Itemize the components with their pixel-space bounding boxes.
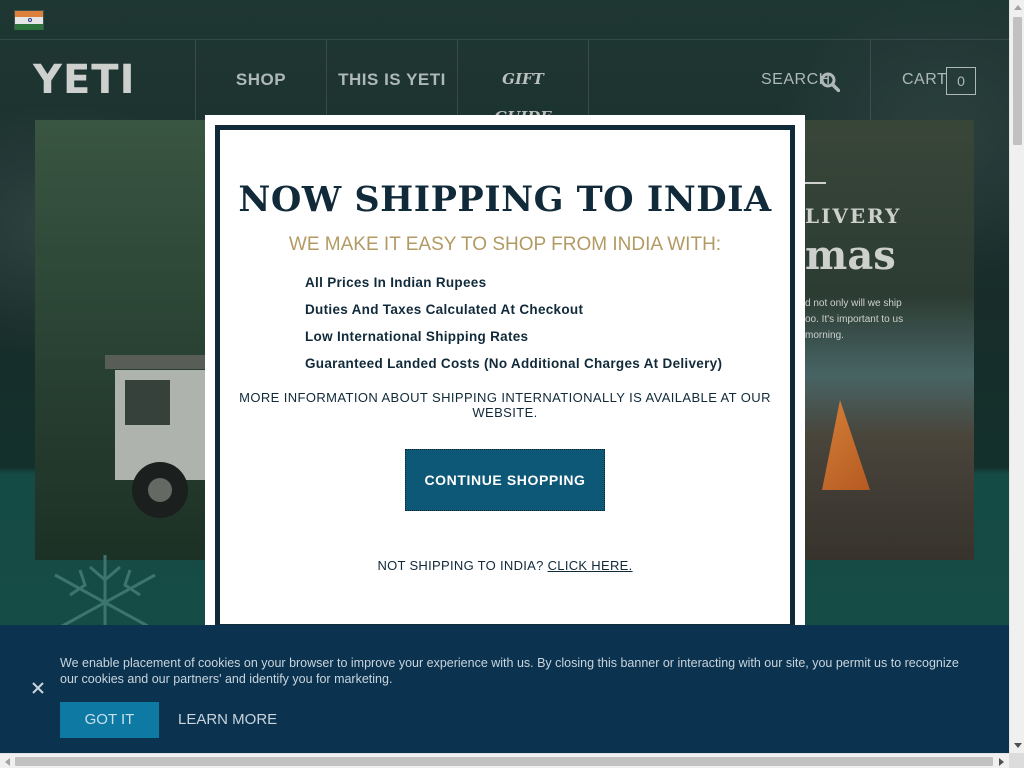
vertical-scrollbar[interactable] (1009, 0, 1024, 753)
got-it-button[interactable]: GOT IT (60, 702, 159, 738)
modal-subtitle: WE MAKE IT EASY TO SHOP FROM INDIA WITH: (288, 234, 722, 255)
shipping-modal-frame: NOW SHIPPING TO INDIA WE MAKE IT EASY TO… (215, 125, 795, 629)
learn-more-link[interactable]: LEARN MORE (178, 702, 277, 738)
horizontal-scrollbar-thumb[interactable] (15, 757, 993, 766)
not-shipping-prefix: NOT SHIPPING TO INDIA? (377, 558, 544, 573)
close-icon[interactable] (31, 681, 45, 695)
benefit-item: All Prices In Indian Rupees (305, 275, 487, 290)
not-shipping-text: NOT SHIPPING TO INDIA? CLICK HERE. (220, 558, 790, 573)
benefit-item: Duties And Taxes Calculated At Checkout (305, 302, 584, 317)
vertical-scrollbar-thumb[interactable] (1013, 17, 1022, 145)
benefit-item: Guaranteed Landed Costs (No Additional C… (305, 356, 723, 371)
scroll-down-arrow-icon[interactable] (1010, 738, 1024, 753)
benefits-list: All Prices In Indian Rupees Duties And T… (305, 274, 722, 382)
more-info-text: MORE INFORMATION ABOUT SHIPPING INTERNAT… (239, 390, 771, 420)
horizontal-scrollbar[interactable] (0, 753, 1009, 768)
continue-shopping-button[interactable]: CONTINUE SHOPPING (405, 449, 605, 511)
scroll-right-arrow-icon[interactable] (994, 754, 1009, 768)
scroll-left-arrow-icon[interactable] (0, 754, 15, 768)
click-here-link[interactable]: CLICK HERE. (548, 558, 633, 573)
scrollbar-corner (1009, 753, 1024, 768)
scroll-up-arrow-icon[interactable] (1010, 0, 1024, 15)
shipping-modal: NOW SHIPPING TO INDIA WE MAKE IT EASY TO… (205, 115, 805, 639)
benefit-item: Low International Shipping Rates (305, 329, 529, 344)
modal-title: NOW SHIPPING TO INDIA (238, 179, 772, 220)
cookie-banner-text: We enable placement of cookies on your b… (60, 656, 959, 686)
